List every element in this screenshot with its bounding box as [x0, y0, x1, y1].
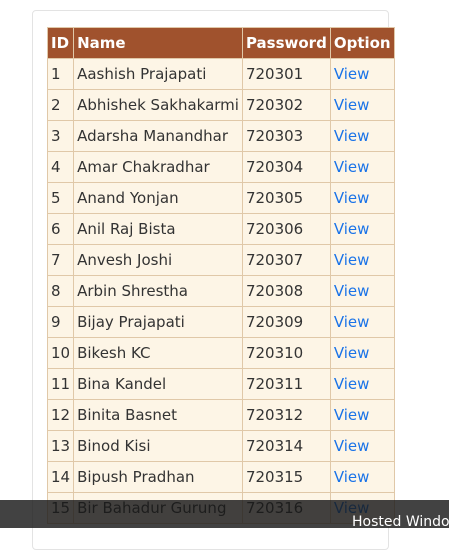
users-table: ID Name Password Option 1 Aashish Prajapa…	[46, 27, 395, 524]
cell-name: Abhishek Sakhakarmi	[73, 89, 243, 121]
view-link[interactable]: View	[329, 213, 395, 245]
table-row: 1 Aashish Prajapati 720301 View	[46, 58, 395, 90]
cell-password: 720309	[241, 306, 331, 338]
cell-name: Adarsha Manandhar	[73, 120, 243, 152]
cell-password: 720310	[241, 337, 331, 369]
view-link[interactable]: View	[329, 244, 395, 276]
cell-name: Anil Raj Bista	[73, 213, 243, 245]
view-link[interactable]: View	[329, 182, 395, 214]
cell-id: 9	[46, 306, 75, 338]
cell-name: Binita Basnet	[73, 399, 243, 431]
header-password: Password	[241, 27, 331, 59]
cell-name: Bina Kandel	[73, 368, 243, 400]
cell-id: 13	[46, 430, 75, 462]
view-link[interactable]: View	[329, 275, 395, 307]
header-id: ID	[46, 27, 75, 59]
table-row: 3 Adarsha Manandhar 720303 View	[46, 120, 395, 152]
cell-password: 720303	[241, 120, 331, 152]
view-link[interactable]: View	[329, 89, 395, 121]
cell-id: 3	[46, 120, 75, 152]
cell-name: Arbin Shrestha	[73, 275, 243, 307]
view-link[interactable]: View	[329, 430, 395, 462]
table-row: 5 Anand Yonjan 720305 View	[46, 182, 395, 214]
view-link[interactable]: View	[329, 151, 395, 183]
table-row: 11 Bina Kandel 720311 View	[46, 368, 395, 400]
cell-password: 720315	[241, 461, 331, 493]
cell-id: 1	[46, 58, 75, 90]
view-link[interactable]: View	[329, 58, 395, 90]
table-row: 12 Binita Basnet 720312 View	[46, 399, 395, 431]
header-name: Name	[73, 27, 243, 59]
cell-password: 720314	[241, 430, 331, 462]
cell-password: 720304	[241, 151, 331, 183]
cell-name: Anand Yonjan	[73, 182, 243, 214]
view-link[interactable]: View	[329, 399, 395, 431]
table-row: 9 Bijay Prajapati 720309 View	[46, 306, 395, 338]
cell-id: 6	[46, 213, 75, 245]
view-link[interactable]: View	[329, 120, 395, 152]
table-row: 8 Arbin Shrestha 720308 View	[46, 275, 395, 307]
cell-id: 4	[46, 151, 75, 183]
cell-password: 720302	[241, 89, 331, 121]
cell-password: 720307	[241, 244, 331, 276]
cell-password: 720306	[241, 213, 331, 245]
table-header-row: ID Name Password Option	[46, 27, 395, 59]
cell-id: 14	[46, 461, 75, 493]
cell-name: Bikesh KC	[73, 337, 243, 369]
cell-id: 10	[46, 337, 75, 369]
view-link[interactable]: View	[329, 461, 395, 493]
cell-name: Binod Kisi	[73, 430, 243, 462]
cell-name: Aashish Prajapati	[73, 58, 243, 90]
cell-id: 8	[46, 275, 75, 307]
view-link[interactable]: View	[329, 306, 395, 338]
cell-password: 720301	[241, 58, 331, 90]
table-row: 2 Abhishek Sakhakarmi 720302 View	[46, 89, 395, 121]
taskbar: Hosted Windows	[0, 500, 449, 530]
cell-password: 720305	[241, 182, 331, 214]
header-option: Option	[329, 27, 395, 59]
cell-password: 720312	[241, 399, 331, 431]
cell-name: Anvesh Joshi	[73, 244, 243, 276]
view-link[interactable]: View	[329, 337, 395, 369]
view-link[interactable]: View	[329, 368, 395, 400]
cell-id: 12	[46, 399, 75, 431]
cell-id: 5	[46, 182, 75, 214]
table-row: 7 Anvesh Joshi 720307 View	[46, 244, 395, 276]
cell-id: 7	[46, 244, 75, 276]
table-row: 10 Bikesh KC 720310 View	[46, 337, 395, 369]
table-row: 13 Binod Kisi 720314 View	[46, 430, 395, 462]
cell-name: Bijay Prajapati	[73, 306, 243, 338]
cell-name: Bipush Pradhan	[73, 461, 243, 493]
table-row: 6 Anil Raj Bista 720306 View	[46, 213, 395, 245]
cell-name: Amar Chakradhar	[73, 151, 243, 183]
cell-password: 720308	[241, 275, 331, 307]
cell-password: 720311	[241, 368, 331, 400]
cell-id: 2	[46, 89, 75, 121]
table-row: 14 Bipush Pradhan 720315 View	[46, 461, 395, 493]
cell-id: 11	[46, 368, 75, 400]
table-row: 4 Amar Chakradhar 720304 View	[46, 151, 395, 183]
